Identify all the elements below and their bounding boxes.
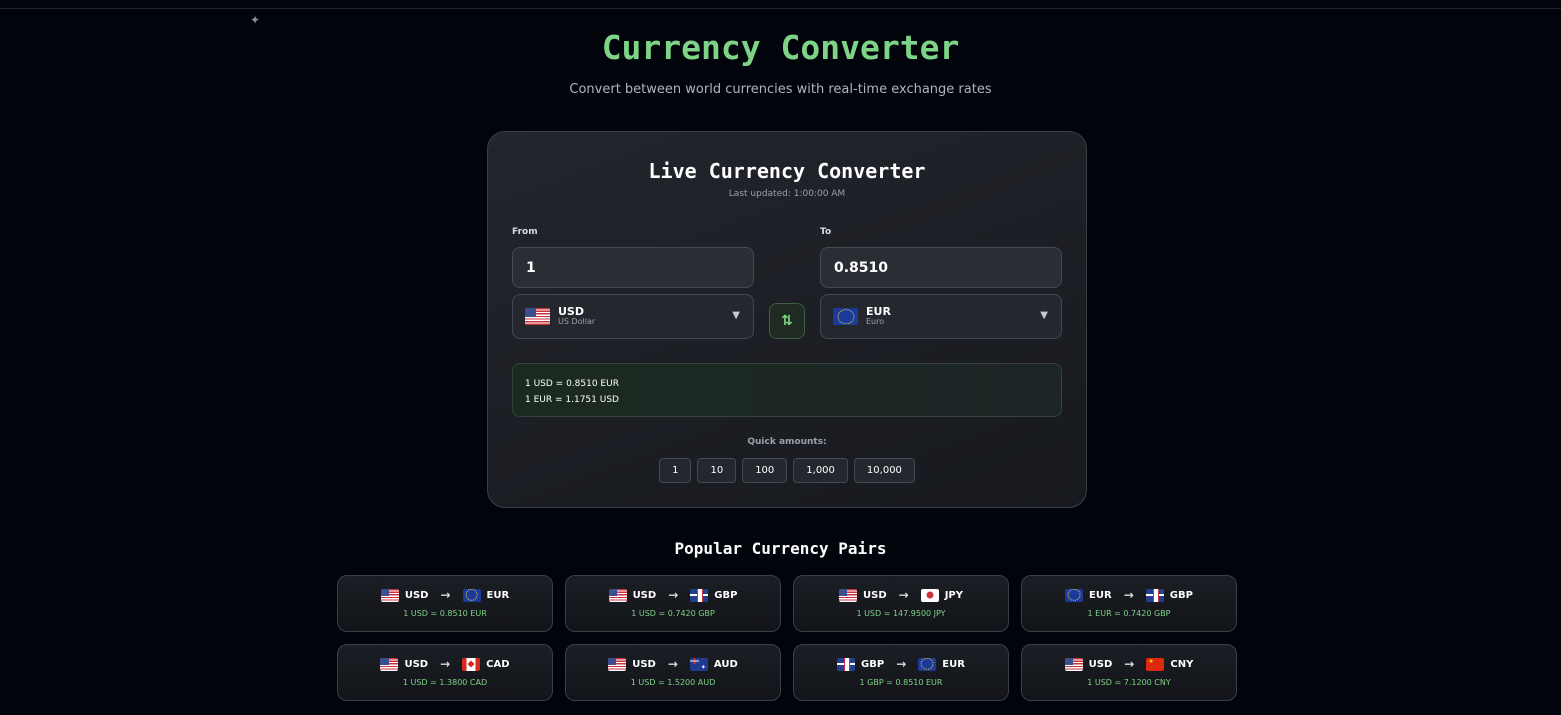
pair-rate: 1 EUR = 0.7420 GBP [1087,609,1171,618]
converter-card: Live Currency Converter Last updated: 1:… [487,131,1087,508]
cn-flag-icon [1146,657,1165,671]
pair-rate: 1 USD = 147.9500 JPY [856,609,946,618]
arrow-right-icon: → [896,657,907,671]
exchange-rate-box: 1 USD = 0.8510 EUR 1 EUR = 1.1751 USD [512,363,1062,417]
from-amount-input[interactable]: 1 [512,247,754,288]
quick-amounts-label: Quick amounts: [747,437,827,447]
gb-flag-icon [1145,588,1164,602]
pair-from: USD [404,658,429,670]
to-currency-select[interactable]: EUR Euro ▼ [820,294,1062,339]
pair-rate: 1 USD = 1.3800 CAD [402,678,488,687]
pair-rate: 1 USD = 1.5200 AUD [630,678,716,687]
quick-amounts: 1 10 100 1,000 10,000 [488,458,1086,483]
pair-from: USD [632,589,657,601]
from-currency-select[interactable]: USD US Dollar ▼ [512,294,754,339]
forward-rate: 1 USD = 0.8510 EUR [525,379,619,389]
to-amount-output[interactable]: 0.8510 [820,247,1062,288]
pair-rate: 1 USD = 0.7420 GBP [631,609,715,618]
pair-to: JPY [944,589,963,601]
from-label: From [512,227,538,237]
pair-from: USD [404,589,429,601]
to-currency-name: Euro [866,317,885,327]
converter-title: Live Currency Converter [648,159,926,183]
arrow-right-icon: → [1123,588,1134,602]
swap-icon: ⇅ [781,313,793,329]
arrow-right-icon: → [668,588,679,602]
pair-rate: 1 USD = 0.8510 EUR [403,609,487,618]
pair-from: USD [1088,658,1113,670]
quick-amount-button[interactable]: 10,000 [853,458,915,483]
eu-flag-icon [462,588,481,602]
us-flag-icon [1064,657,1083,671]
jp-flag-icon [920,588,939,602]
from-currency-name: US Dollar [558,317,596,327]
popular-pairs-title: Popular Currency Pairs [674,539,887,558]
chevron-down-icon: ▼ [732,310,740,321]
arrow-right-icon: → [898,588,909,602]
pair-to: GBP [714,589,738,601]
pair-card-usd-gbp[interactable]: USD → GBP 1 USD = 0.7420 GBP [565,575,781,632]
top-divider [0,8,1561,9]
quick-amount-button[interactable]: 1 [659,458,692,483]
chevron-down-icon: ▼ [1040,310,1048,321]
pair-card-usd-aud[interactable]: USD → AUD 1 USD = 1.5200 AUD [565,644,781,701]
au-flag-icon [689,657,708,671]
us-flag-icon [839,588,857,602]
swap-button[interactable]: ⇅ [769,303,805,339]
pair-to: GBP [1169,589,1193,601]
pair-to: CAD [486,658,510,670]
us-flag-icon [608,588,627,602]
us-flag-icon [525,308,550,325]
pair-from: EUR [1089,589,1112,601]
pair-rate: 1 GBP = 0.8510 EUR [859,678,943,687]
quick-amount-button[interactable]: 10 [697,458,737,483]
pair-card-usd-jpy[interactable]: USD → JPY 1 USD = 147.9500 JPY [793,575,1009,632]
pair-card-gbp-eur[interactable]: GBP → EUR 1 GBP = 0.8510 EUR [793,644,1009,701]
pair-to: CNY [1170,658,1194,670]
us-flag-icon [380,588,399,602]
us-flag-icon [608,657,627,671]
quick-amount-button[interactable]: 100 [742,458,788,483]
last-updated: Last updated: 1:00:00 AM [728,189,846,199]
pair-card-usd-cny[interactable]: USD → CNY 1 USD = 7.1200 CNY [1021,644,1237,701]
page-title: Currency Converter [601,28,960,67]
us-flag-icon [380,657,399,671]
page-subtitle: Convert between world currencies with re… [569,82,992,97]
pair-rate: 1 USD = 7.1200 CNY [1087,678,1171,687]
pair-card-usd-cad[interactable]: USD → CAD 1 USD = 1.3800 CAD [337,644,553,701]
pair-card-usd-eur[interactable]: USD → EUR 1 USD = 0.8510 EUR [337,575,553,632]
ca-flag-icon [462,657,481,671]
pair-to: AUD [713,658,738,670]
pair-from: GBP [861,658,885,670]
pair-from: USD [863,589,887,601]
sparkle-icon: ✦ [250,13,261,27]
pair-from: USD [632,658,656,670]
arrow-right-icon: → [440,657,451,671]
to-label: To [820,227,832,237]
gb-flag-icon [690,588,709,602]
quick-amount-button[interactable]: 1,000 [793,458,848,483]
arrow-right-icon: → [1124,657,1135,671]
pair-to: EUR [486,589,510,601]
arrow-right-icon: → [440,588,451,602]
eu-flag-icon [833,308,858,325]
eu-flag-icon [918,657,937,671]
pair-to: EUR [942,658,965,670]
arrow-right-icon: → [667,657,678,671]
reverse-rate: 1 EUR = 1.1751 USD [525,395,619,405]
pair-card-eur-gbp[interactable]: EUR → GBP 1 EUR = 0.7420 GBP [1021,575,1237,632]
gb-flag-icon [837,657,856,671]
eu-flag-icon [1065,588,1084,602]
